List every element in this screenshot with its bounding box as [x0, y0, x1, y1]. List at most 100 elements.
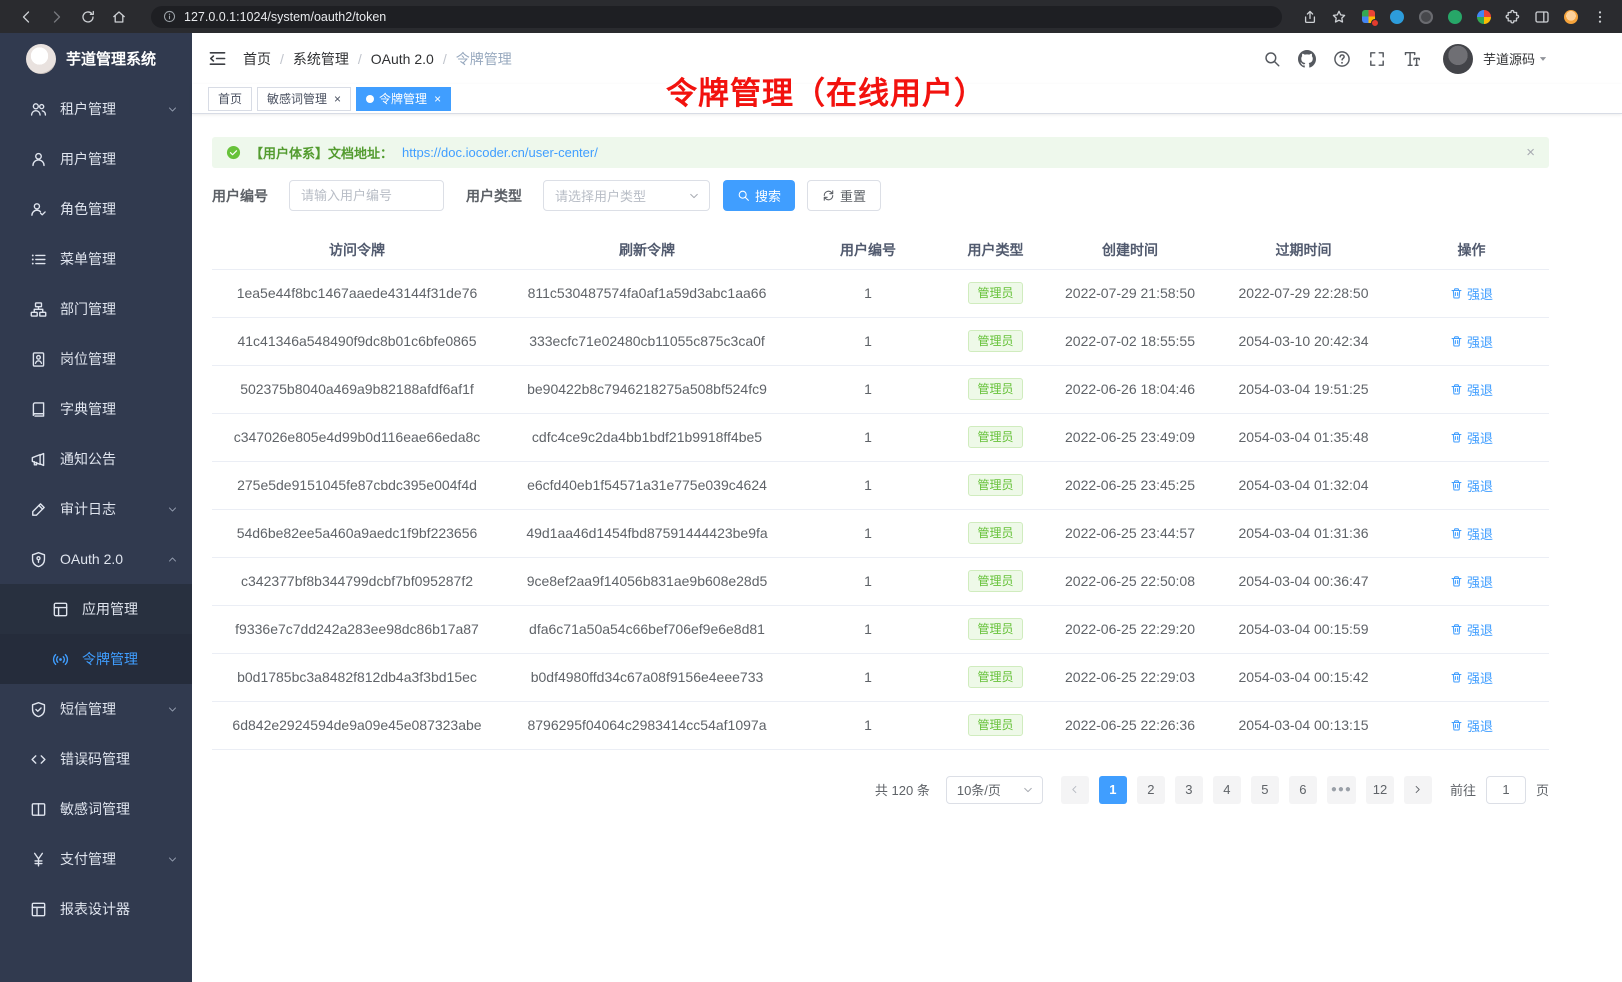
sidebar-item-sensitive-word[interactable]: 敏感词管理: [0, 784, 192, 834]
sidebar-item-report-designer[interactable]: 报表设计器: [0, 884, 192, 934]
sidebar-item-menu[interactable]: 菜单管理: [0, 234, 192, 284]
home-icon[interactable]: [111, 9, 127, 25]
sidebar-item-dept[interactable]: 部门管理: [0, 284, 192, 334]
page-size-select[interactable]: 10条/页: [946, 776, 1043, 804]
column-header: 访问令牌: [212, 232, 502, 269]
sidebar-item-pay[interactable]: 支付管理: [0, 834, 192, 884]
tab-sensitive-word[interactable]: 敏感词管理×: [257, 87, 351, 111]
fullscreen-icon[interactable]: [1368, 50, 1386, 68]
page-button-6[interactable]: 6: [1289, 776, 1317, 804]
sidebar-item-audit-log[interactable]: 审计日志: [0, 484, 192, 534]
refresh-token-cell: 333ecfc71e02480cb11055c875c3ca0f: [502, 317, 792, 365]
page-button-12[interactable]: 12: [1366, 776, 1394, 804]
font-size-icon[interactable]: [1403, 50, 1421, 68]
badge-icon: [30, 351, 47, 368]
close-icon[interactable]: ×: [434, 93, 441, 105]
force-logout-button[interactable]: 强退: [1450, 428, 1493, 447]
sidebar-item-role[interactable]: 角色管理: [0, 184, 192, 234]
user-type-tag: 管理员: [968, 522, 1022, 544]
close-icon[interactable]: ×: [334, 93, 341, 105]
forward-icon[interactable]: [49, 9, 65, 25]
github-icon[interactable]: [1298, 50, 1316, 68]
panel-icon[interactable]: [1534, 9, 1550, 25]
sidebar-item-user[interactable]: 用户管理: [0, 134, 192, 184]
table-row: 502375b8040a469a9b82188afdf6af1fbe90422b…: [212, 365, 1549, 413]
user-type-tag: 管理员: [968, 618, 1022, 640]
tab-token[interactable]: 令牌管理×: [356, 87, 451, 111]
sidebar-item-dict[interactable]: 字典管理: [0, 384, 192, 434]
page-button-3[interactable]: 3: [1175, 776, 1203, 804]
sidebar-item-oauth2-token[interactable]: 令牌管理: [0, 634, 192, 684]
star-icon[interactable]: [1331, 9, 1347, 25]
address-bar[interactable]: 127.0.0.1:1024/system/oauth2/token: [151, 6, 1282, 28]
tab-home[interactable]: 首页: [208, 87, 252, 111]
user-type-tag: 管理员: [968, 666, 1022, 688]
breadcrumb-item[interactable]: 首页: [243, 49, 271, 69]
breadcrumb-item[interactable]: 系统管理: [293, 49, 349, 69]
force-logout-button[interactable]: 强退: [1450, 332, 1493, 351]
back-icon[interactable]: [18, 9, 34, 25]
created-at-cell: 2022-07-29 21:58:50: [1047, 269, 1213, 317]
puzzle-icon[interactable]: [1505, 9, 1521, 25]
page-button-1[interactable]: 1: [1099, 776, 1127, 804]
alert-label: 【用户体系】文档地址：: [250, 143, 393, 162]
search-icon[interactable]: [1263, 50, 1281, 68]
page-ellipsis[interactable]: ●●●: [1327, 776, 1356, 804]
created-at-cell: 2022-06-25 22:29:20: [1047, 605, 1213, 653]
dark-circle-icon[interactable]: [1418, 9, 1434, 25]
pinwheel-icon[interactable]: [1476, 9, 1492, 25]
next-page-button[interactable]: [1404, 776, 1432, 804]
delete-icon: [1450, 287, 1463, 300]
green-circle-icon[interactable]: [1447, 9, 1463, 25]
goto-page-input[interactable]: [1486, 776, 1526, 804]
user-id-cell: 1: [792, 461, 944, 509]
force-logout-button[interactable]: 强退: [1450, 380, 1493, 399]
table-row: 6d842e2924594de9a09e45e087323abe8796295f…: [212, 701, 1549, 749]
site-info-icon[interactable]: [163, 10, 176, 23]
force-logout-label: 强退: [1467, 332, 1493, 351]
refresh-icon: [822, 189, 835, 202]
sidebar-item-sms[interactable]: 短信管理: [0, 684, 192, 734]
delete-icon: [1450, 575, 1463, 588]
force-logout-button[interactable]: 强退: [1450, 620, 1493, 639]
force-logout-button[interactable]: 强退: [1450, 524, 1493, 543]
profile-avatar-icon[interactable]: [1563, 9, 1579, 25]
sidebar-item-post[interactable]: 岗位管理: [0, 334, 192, 384]
sidebar-item-oauth2[interactable]: OAuth 2.0: [0, 534, 192, 584]
force-logout-button[interactable]: 强退: [1450, 284, 1493, 303]
force-logout-button[interactable]: 强退: [1450, 572, 1493, 591]
kebab-menu-icon[interactable]: [1592, 9, 1608, 25]
sidebar-item-error-code[interactable]: 错误码管理: [0, 734, 192, 784]
page-button-2[interactable]: 2: [1137, 776, 1165, 804]
sidebar-item-tenant[interactable]: 租户管理: [0, 84, 192, 134]
extension-badge-icon[interactable]: [1360, 9, 1376, 25]
alert-close-icon[interactable]: ×: [1526, 144, 1535, 161]
reload-icon[interactable]: [80, 9, 96, 25]
search-button[interactable]: 搜索: [723, 180, 795, 211]
caret-down-icon[interactable]: [1537, 53, 1549, 65]
sidebar-item-notice[interactable]: 通知公告: [0, 434, 192, 484]
total-count: 共 120 条: [875, 780, 930, 799]
share-icon[interactable]: [1302, 9, 1318, 25]
delete-icon: [1450, 719, 1463, 732]
force-logout-label: 强退: [1467, 476, 1493, 495]
page-button-5[interactable]: 5: [1251, 776, 1279, 804]
prev-page-button[interactable]: [1061, 776, 1089, 804]
user-id-input[interactable]: [289, 180, 444, 211]
user-avatar[interactable]: [1443, 44, 1473, 74]
force-logout-button[interactable]: 强退: [1450, 716, 1493, 735]
sidebar-fold-icon[interactable]: [208, 49, 227, 68]
alert-doc-link[interactable]: https://doc.iocoder.cn/user-center/: [402, 145, 598, 160]
username[interactable]: 芋道源码: [1483, 49, 1535, 68]
question-icon[interactable]: [1333, 50, 1351, 68]
sidebar-item-oauth2-app[interactable]: 应用管理: [0, 584, 192, 634]
app-icon: [52, 601, 69, 618]
user-type-select[interactable]: 请选择用户类型: [543, 180, 710, 211]
breadcrumb-item[interactable]: OAuth 2.0: [371, 51, 434, 67]
action-cell: 强退: [1394, 413, 1549, 461]
force-logout-button[interactable]: 强退: [1450, 668, 1493, 687]
force-logout-button[interactable]: 强退: [1450, 476, 1493, 495]
blue-circle-icon[interactable]: [1389, 9, 1405, 25]
page-button-4[interactable]: 4: [1213, 776, 1241, 804]
reset-button[interactable]: 重置: [807, 180, 881, 211]
